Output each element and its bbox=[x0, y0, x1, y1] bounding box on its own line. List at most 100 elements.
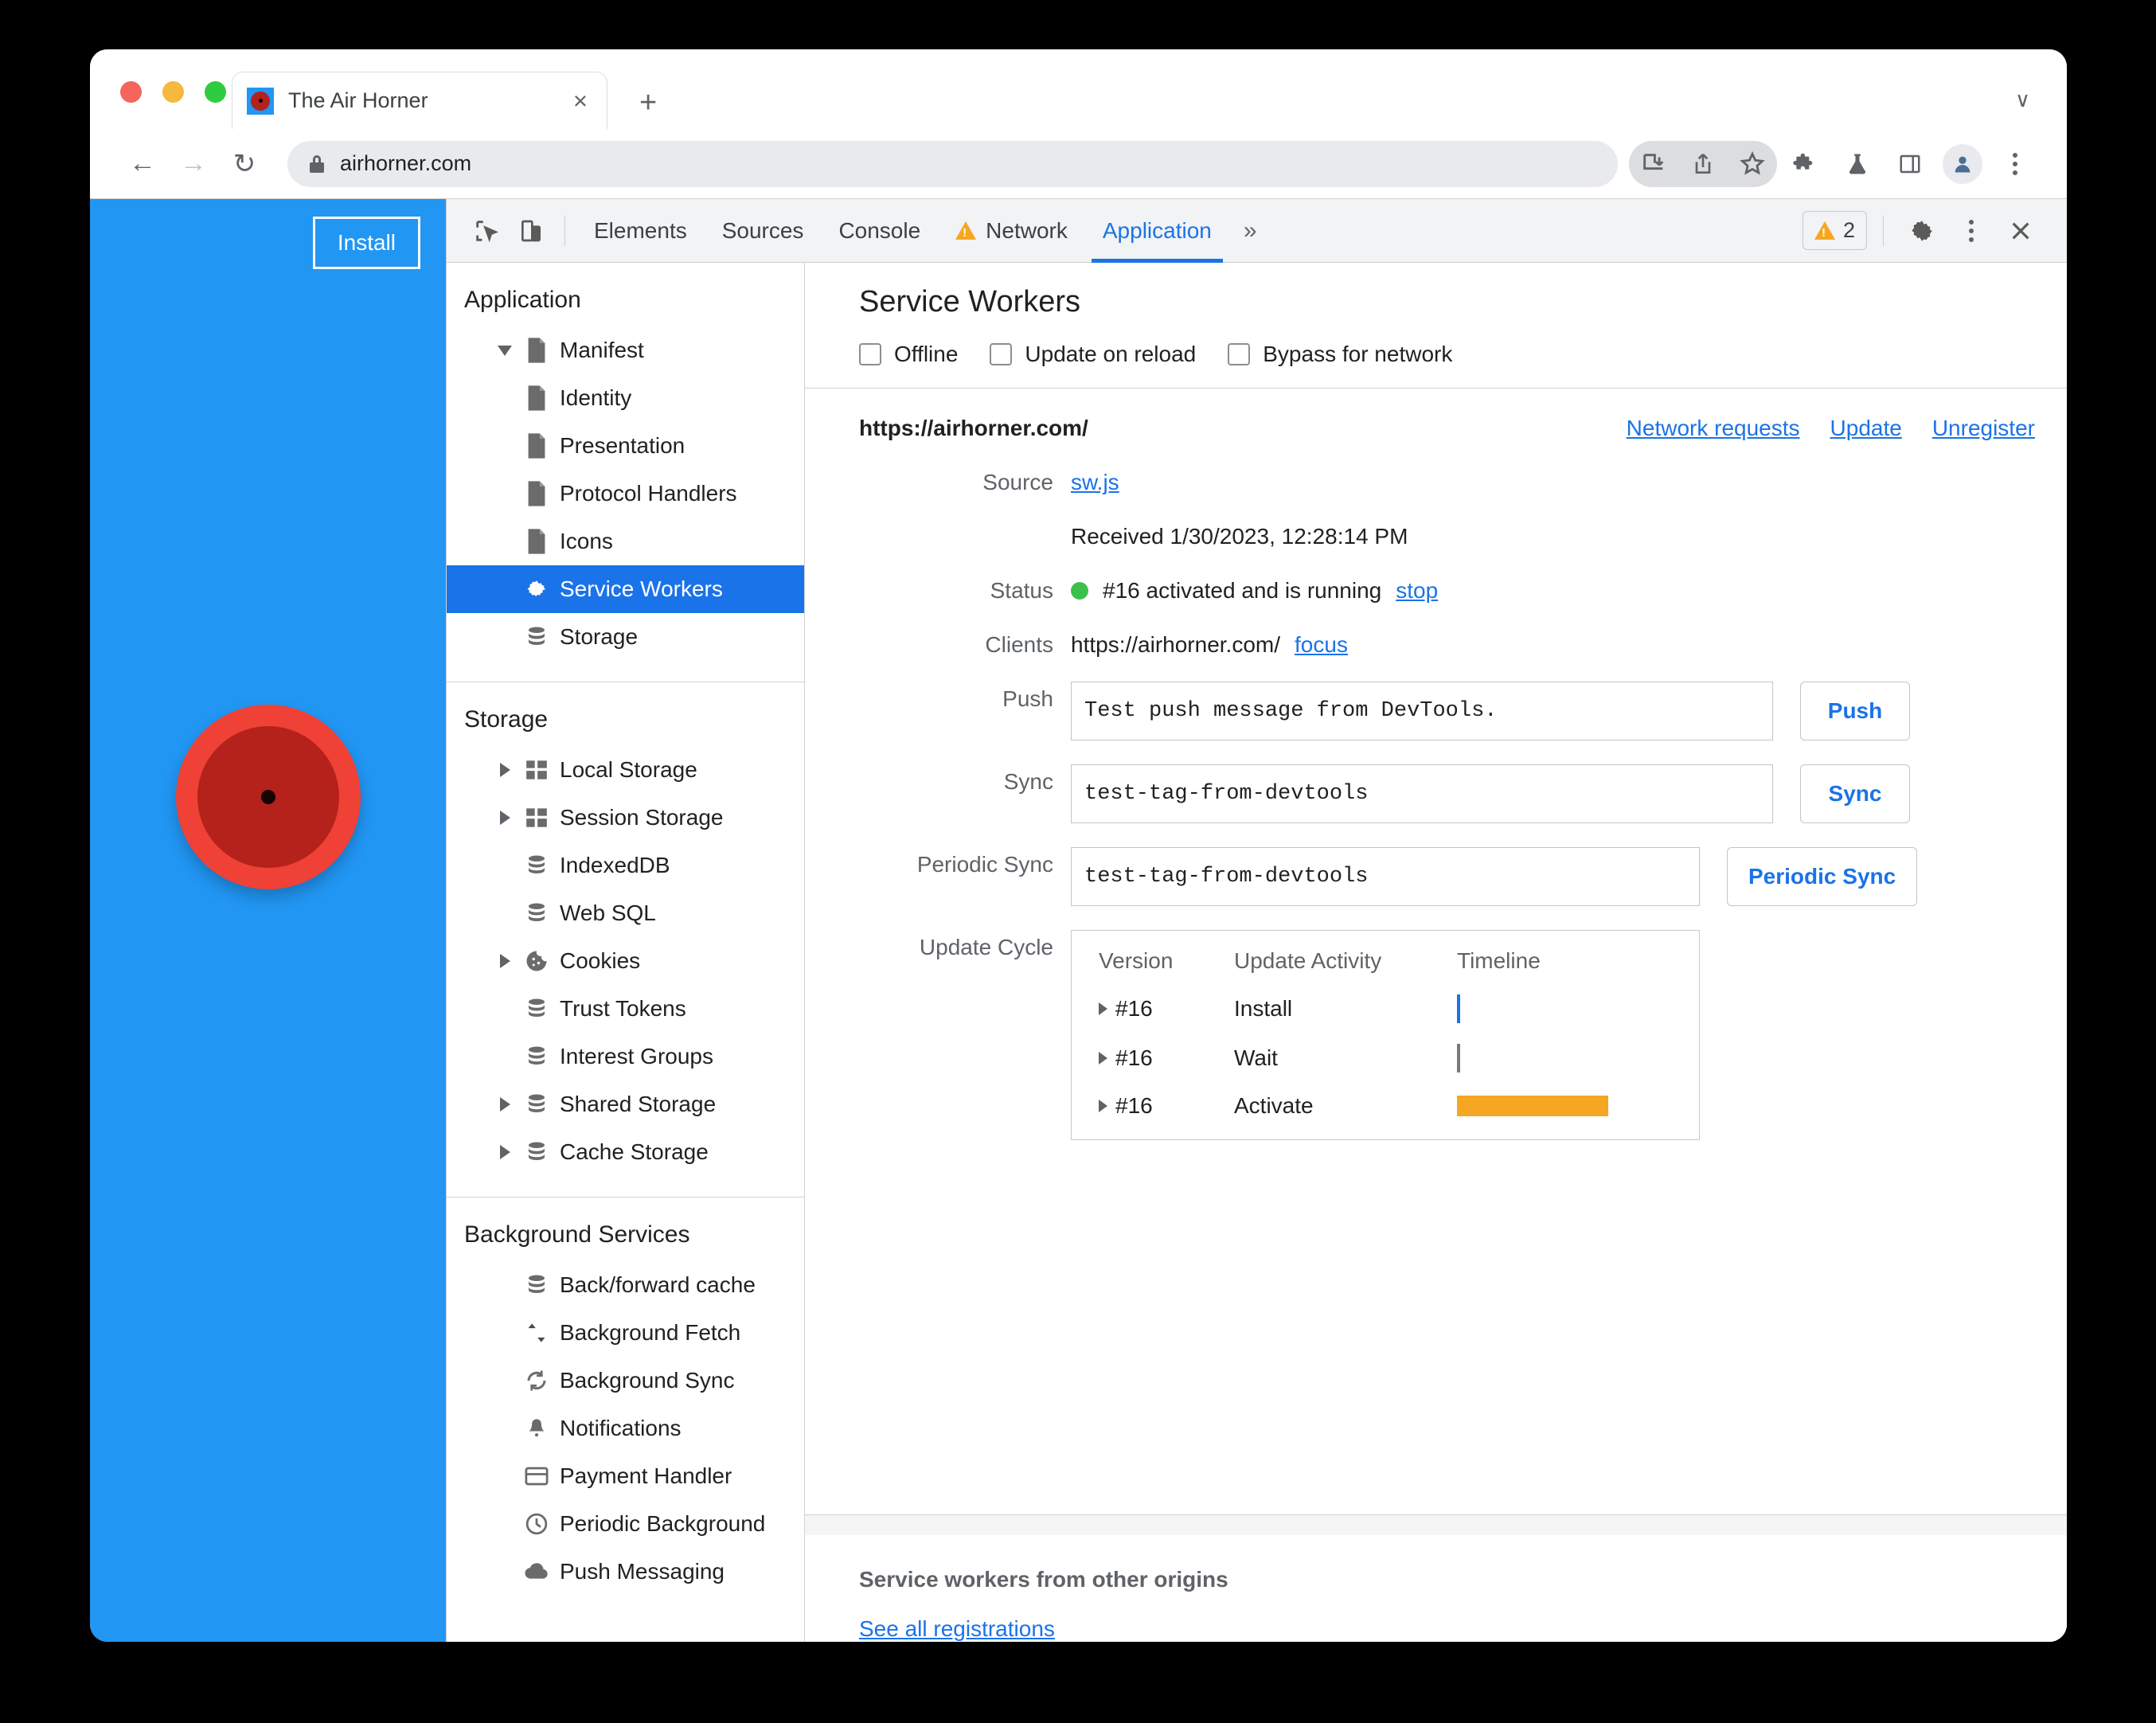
sidebar-item-icons[interactable]: Icons bbox=[447, 518, 804, 565]
close-window-button[interactable] bbox=[120, 81, 142, 103]
forward-button[interactable]: → bbox=[168, 148, 219, 179]
sidebar-item-storage[interactable]: Storage bbox=[447, 613, 804, 661]
install-app-icon[interactable] bbox=[1629, 142, 1678, 186]
tab-network[interactable]: Network bbox=[938, 199, 1085, 263]
sidebar-item-cookies[interactable]: Cookies bbox=[447, 937, 804, 985]
chevron-right-icon[interactable] bbox=[1099, 1002, 1107, 1015]
sidebar-item-push-messaging[interactable]: Push Messaging bbox=[447, 1548, 804, 1596]
close-icon[interactable]: × bbox=[568, 88, 592, 113]
push-button[interactable]: Push bbox=[1800, 682, 1910, 740]
close-devtools-icon[interactable] bbox=[1998, 209, 2043, 253]
service-workers-panel: Service Workers Offline Update on reload bbox=[805, 263, 2067, 1642]
back-button[interactable]: ← bbox=[117, 148, 168, 179]
maximize-window-button[interactable] bbox=[205, 81, 226, 103]
source-file-link[interactable]: sw.js bbox=[1071, 470, 1119, 495]
new-tab-button[interactable]: + bbox=[639, 88, 657, 118]
chrome-menu-kebab-icon[interactable] bbox=[1990, 142, 2040, 186]
bookmark-star-icon[interactable] bbox=[1728, 142, 1777, 186]
sidebar-item-label: Manifest bbox=[560, 338, 644, 362]
network-requests-link[interactable]: Network requests bbox=[1627, 416, 1800, 441]
offline-checkbox[interactable]: Offline bbox=[859, 342, 958, 367]
registration-actions: Network requests Update Unregister bbox=[1627, 416, 2035, 441]
reload-button[interactable]: ↻ bbox=[219, 148, 270, 180]
sidebar-item-payment-handler[interactable]: Payment Handler bbox=[447, 1452, 804, 1500]
sidebar-item-back-forward-cache[interactable]: Back/forward cache bbox=[447, 1261, 804, 1309]
experiments-flask-icon[interactable] bbox=[1833, 142, 1882, 186]
sidebar-item-web-sql[interactable]: Web SQL bbox=[447, 889, 804, 937]
sync-button[interactable]: Sync bbox=[1800, 764, 1910, 823]
devtools-menu-kebab-icon[interactable] bbox=[1949, 209, 1994, 253]
chevron-right-icon[interactable] bbox=[1099, 1100, 1107, 1112]
tab-application[interactable]: Application bbox=[1085, 199, 1229, 263]
periodic-sync-input[interactable]: test-tag-from-devtools bbox=[1071, 847, 1700, 906]
install-button[interactable]: Install bbox=[312, 217, 420, 269]
sidebar-item-label: Background Sync bbox=[560, 1368, 735, 1393]
sidebar-item-trust-tokens[interactable]: Trust Tokens bbox=[447, 985, 804, 1033]
chevron-right-icon[interactable] bbox=[491, 954, 518, 968]
chevron-right-icon[interactable] bbox=[491, 1145, 518, 1159]
share-icon[interactable] bbox=[1678, 142, 1728, 186]
stop-link[interactable]: stop bbox=[1396, 578, 1438, 604]
chevron-right-icon[interactable] bbox=[491, 763, 518, 777]
sidebar-item-local-storage[interactable]: Local Storage bbox=[447, 746, 804, 794]
sidebar-item-manifest[interactable]: Manifest bbox=[447, 326, 804, 374]
minimize-window-button[interactable] bbox=[162, 81, 184, 103]
checkbox-box[interactable] bbox=[990, 343, 1013, 365]
sidebar-item-identity[interactable]: Identity bbox=[447, 374, 804, 422]
device-toolbar-icon[interactable] bbox=[509, 209, 553, 253]
checkbox-box[interactable] bbox=[859, 343, 881, 365]
extensions-puzzle-icon[interactable] bbox=[1780, 142, 1830, 186]
sidebar-item-protocol-handlers[interactable]: Protocol Handlers bbox=[447, 470, 804, 518]
sidebar-item-periodic-background[interactable]: Periodic Background bbox=[447, 1500, 804, 1548]
chevron-down-icon[interactable]: ∨ bbox=[2015, 88, 2030, 112]
tab-console[interactable]: Console bbox=[821, 199, 938, 263]
see-all-registrations-link[interactable]: See all registrations bbox=[859, 1616, 1055, 1641]
checkbox-label: Update on reload bbox=[1025, 342, 1197, 366]
sync-input[interactable]: test-tag-from-devtools bbox=[1071, 764, 1773, 823]
chevron-down-icon[interactable] bbox=[491, 345, 518, 356]
chevron-right-icon[interactable] bbox=[491, 811, 518, 825]
bypass-for-network-checkbox[interactable]: Bypass for network bbox=[1228, 342, 1452, 367]
checkbox-box[interactable] bbox=[1228, 343, 1251, 365]
chevron-right-icon[interactable] bbox=[1099, 1052, 1107, 1065]
table-row[interactable]: #16 Install bbox=[1099, 994, 1672, 1023]
sidebar-item-session-storage[interactable]: Session Storage bbox=[447, 794, 804, 842]
sidebar-item-presentation[interactable]: Presentation bbox=[447, 422, 804, 470]
update-cycle-table: Version Update Activity Timeline #16 Ins… bbox=[1071, 930, 1700, 1140]
chevron-right-icon[interactable] bbox=[491, 1097, 518, 1112]
sidebar-item-background-sync[interactable]: Background Sync bbox=[447, 1357, 804, 1405]
sidebar-item-notifications[interactable]: Notifications bbox=[447, 1405, 804, 1452]
section-title: Background Services bbox=[464, 1221, 690, 1248]
table-row[interactable]: #16 Wait bbox=[1099, 1044, 1672, 1072]
air-horn-button[interactable] bbox=[175, 705, 361, 889]
address-bar[interactable]: airhorner.com bbox=[287, 140, 1618, 187]
sidebar-item-cache-storage[interactable]: Cache Storage bbox=[447, 1128, 804, 1176]
tab-elements[interactable]: Elements bbox=[576, 199, 705, 263]
push-input[interactable]: Test push message from DevTools. bbox=[1071, 682, 1773, 740]
warning-count-badge[interactable]: 2 bbox=[1802, 211, 1867, 250]
side-panel-icon[interactable] bbox=[1885, 142, 1935, 186]
unregister-link[interactable]: Unregister bbox=[1932, 416, 2035, 441]
tab-sources[interactable]: Sources bbox=[705, 199, 822, 263]
sidebar-item-background-fetch[interactable]: Background Fetch bbox=[447, 1309, 804, 1357]
update-link[interactable]: Update bbox=[1830, 416, 1902, 441]
row-activity: Install bbox=[1234, 996, 1293, 1021]
more-tabs-icon[interactable]: » bbox=[1229, 217, 1271, 244]
clients-row: Clients https://airhorner.com/ focus bbox=[859, 627, 2067, 658]
sidebar-item-interest-groups[interactable]: Interest Groups bbox=[447, 1033, 804, 1080]
browser-tab[interactable]: The Air Horner × bbox=[232, 72, 607, 129]
focus-link[interactable]: focus bbox=[1295, 632, 1348, 658]
profile-avatar-icon[interactable] bbox=[1938, 142, 1987, 186]
inspect-element-icon[interactable] bbox=[464, 209, 509, 253]
table-header: Version Update Activity Timeline bbox=[1099, 948, 1672, 974]
service-worker-registration: https://airhorner.com/ Network requests … bbox=[805, 389, 2067, 1514]
settings-gear-icon[interactable] bbox=[1900, 209, 1944, 253]
sidebar-item-service-workers[interactable]: Service Workers bbox=[447, 565, 804, 613]
periodic-sync-button[interactable]: Periodic Sync bbox=[1727, 847, 1918, 906]
row-activity: Wait bbox=[1234, 1045, 1278, 1070]
sidebar-item-shared-storage[interactable]: Shared Storage bbox=[447, 1080, 804, 1128]
table-row[interactable]: #16 Activate bbox=[1099, 1093, 1672, 1119]
sidebar-item-indexeddb[interactable]: IndexedDB bbox=[447, 842, 804, 889]
update-on-reload-checkbox[interactable]: Update on reload bbox=[990, 342, 1196, 367]
file-icon bbox=[518, 433, 555, 459]
